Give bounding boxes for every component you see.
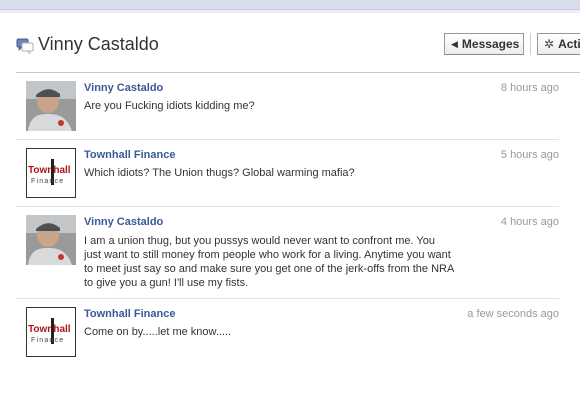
- message-author[interactable]: Vinny Castaldo: [84, 82, 163, 94]
- avatar[interactable]: [26, 81, 76, 131]
- townhall-logo-icon: Townhall Finance: [27, 149, 75, 197]
- message-body: Are you Fucking idiots kidding me?: [84, 100, 255, 112]
- message-body: Which idiots? The Union thugs? Global wa…: [84, 167, 355, 179]
- message-body: I am a union thug, but you pussys would …: [84, 235, 454, 289]
- message-timestamp: 4 hours ago: [500, 216, 559, 228]
- message-item: Vinny Castaldo 8 hours ago Are you Fucki…: [16, 74, 568, 138]
- message-body: Come on by.....let me know.....: [84, 326, 232, 338]
- message-item: Vinny Castaldo 4 hours ago I am a union …: [16, 208, 568, 296]
- logo-line1: Townhall: [28, 165, 71, 176]
- avatar[interactable]: Townhall Finance: [26, 148, 76, 198]
- message-timestamp: a few seconds ago: [467, 308, 559, 320]
- button-separator: [530, 33, 531, 55]
- avatar[interactable]: Townhall Finance: [26, 307, 76, 357]
- thread-title: Vinny Castaldo: [38, 34, 159, 54]
- logo-line1: Townhall: [28, 324, 71, 335]
- chat-bubbles-icon: [16, 38, 34, 54]
- logo-line2: Finance: [31, 337, 64, 344]
- gear-icon: ✲: [544, 37, 555, 51]
- back-arrow-icon: ◀: [451, 38, 458, 49]
- message-divider: [16, 298, 559, 299]
- message-timestamp: 5 hours ago: [500, 149, 559, 161]
- message-divider: [16, 139, 559, 140]
- avatar[interactable]: [26, 215, 76, 265]
- top-nav-strip: [0, 0, 580, 10]
- actions-button-label: Actions: [558, 37, 580, 51]
- townhall-logo-icon: Townhall Finance: [27, 308, 75, 356]
- message-author[interactable]: Townhall Finance: [84, 308, 175, 320]
- header-divider: [16, 72, 580, 73]
- thread-header: Vinny Castaldo ◀ Messages ✲ Actions: [0, 14, 580, 72]
- back-to-messages-button[interactable]: ◀ Messages: [444, 33, 524, 55]
- profile-photo-icon: [26, 215, 76, 265]
- message-item: Townhall Finance Townhall Finance 5 hour…: [16, 141, 568, 205]
- actions-button[interactable]: ✲ Actions: [537, 33, 580, 55]
- message-author[interactable]: Vinny Castaldo: [84, 216, 163, 228]
- messages-button-label: Messages: [461, 37, 520, 51]
- top-nav-shadow: [0, 10, 580, 13]
- profile-photo-icon: [26, 81, 76, 131]
- message-author[interactable]: Townhall Finance: [84, 149, 175, 161]
- message-timestamp: 8 hours ago: [500, 82, 559, 94]
- message-divider: [16, 206, 559, 207]
- logo-line2: Finance: [31, 178, 64, 185]
- message-item: Townhall Finance Townhall Finance a few …: [16, 300, 568, 364]
